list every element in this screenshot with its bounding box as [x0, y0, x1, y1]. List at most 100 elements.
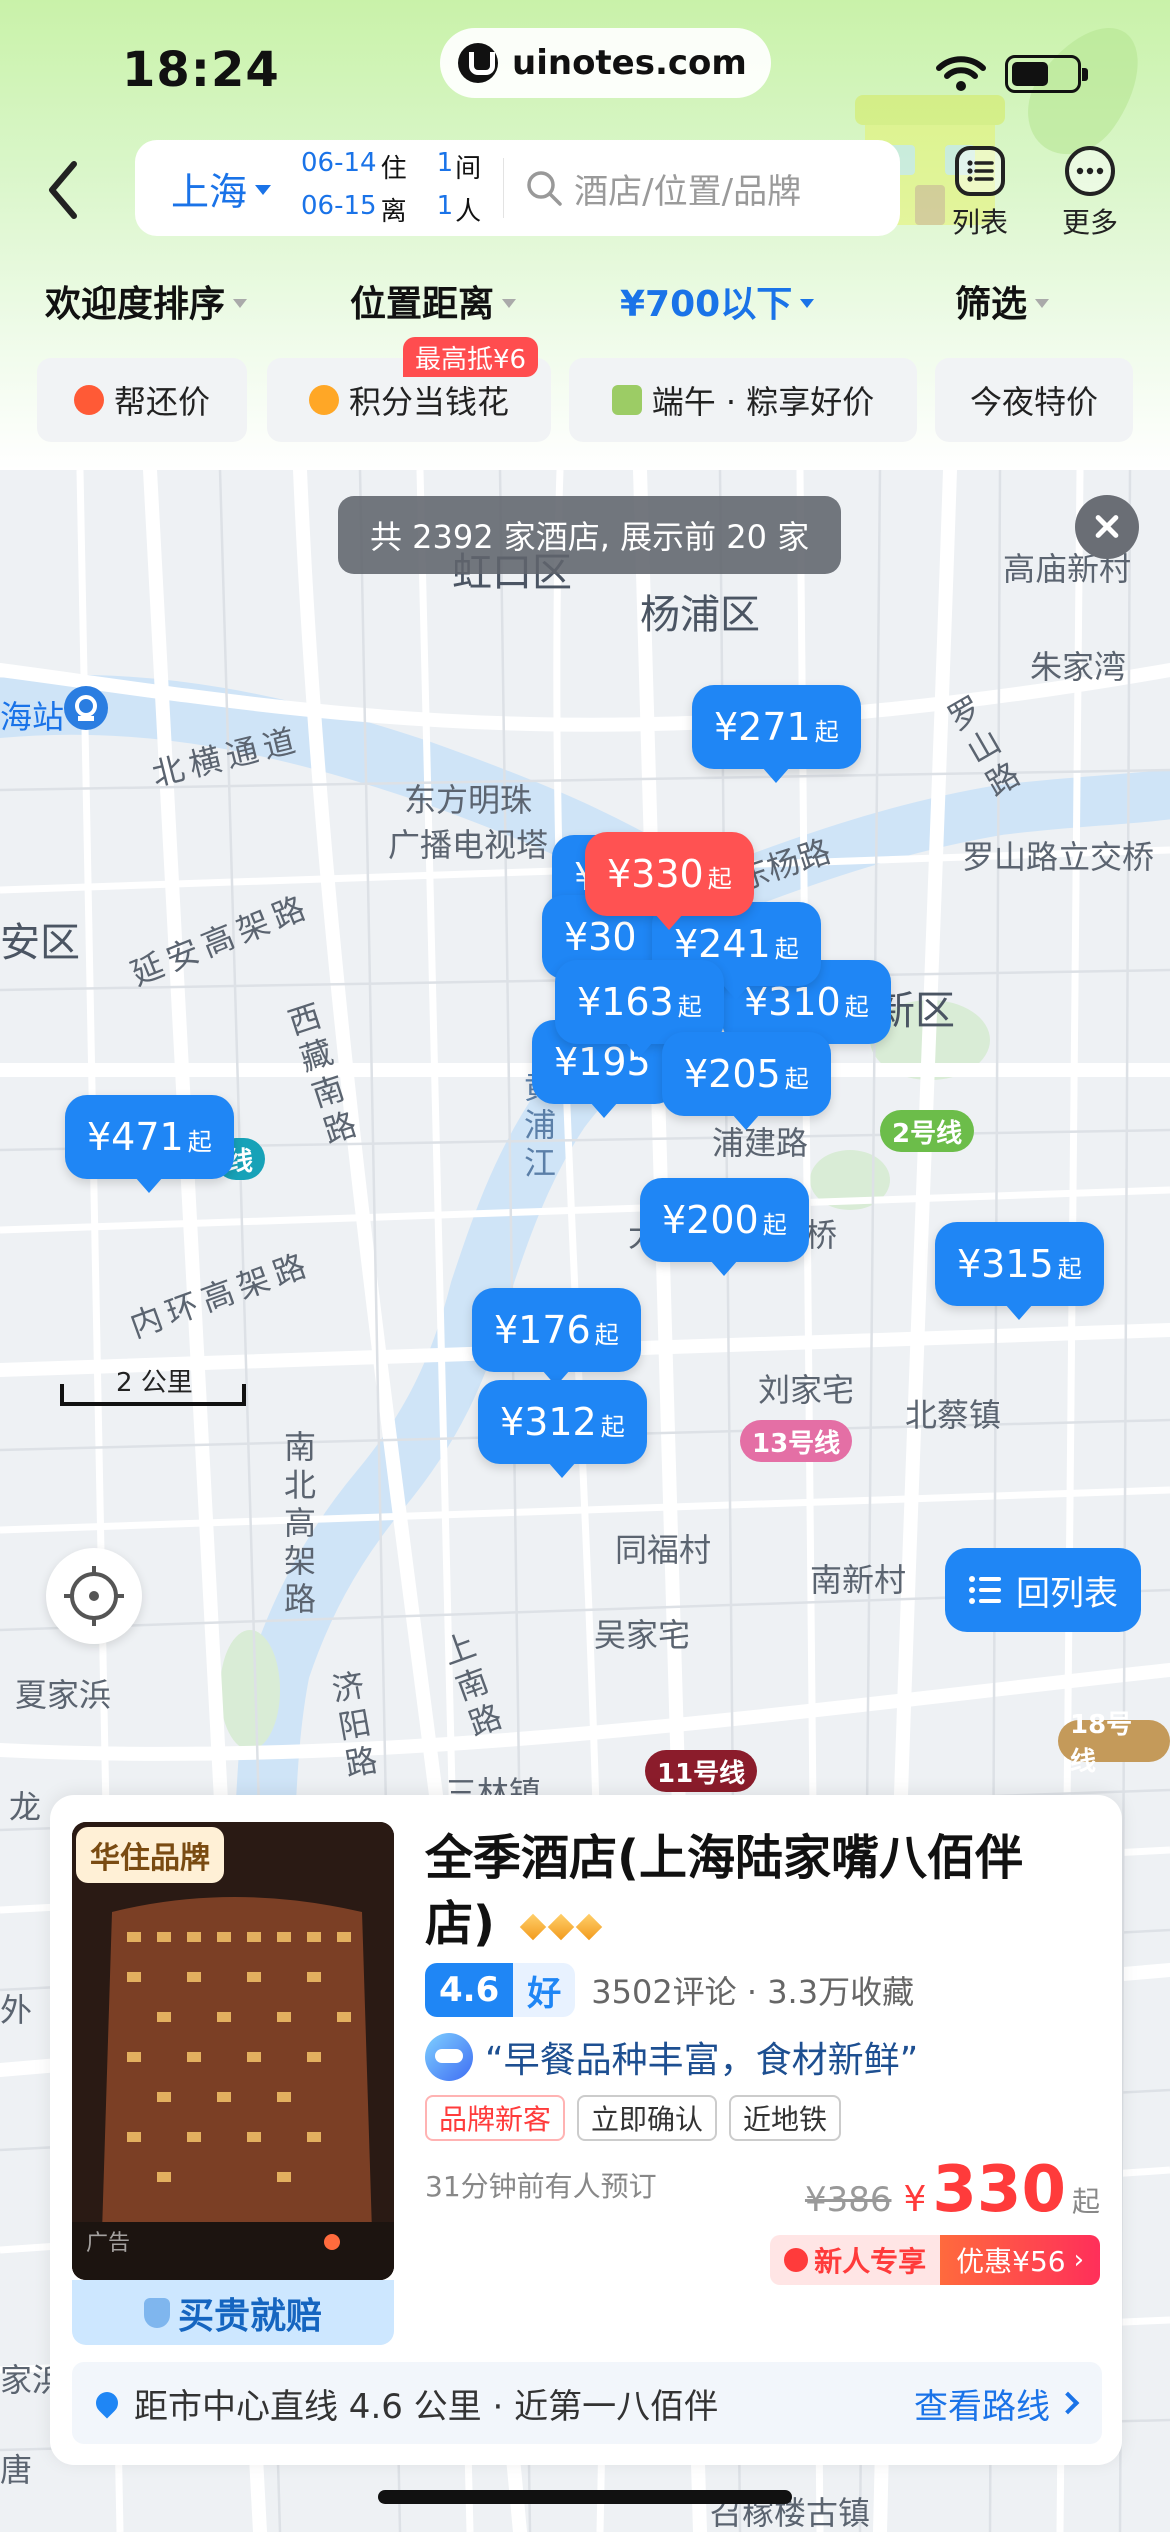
map-label: 刘家宅 [758, 1371, 855, 1409]
promo-badge[interactable]: 新人专享 优惠¥56 › [770, 2235, 1100, 2285]
price-pin-selected[interactable]: ¥330 起 [585, 832, 754, 930]
review-quote: “早餐品种丰富，食材新鲜” [425, 2031, 918, 2083]
price-pin[interactable]: ¥205 起 [662, 1032, 831, 1130]
back-arrow-icon[interactable] [40, 150, 90, 230]
filter-sort[interactable]: 欢迎度排序 [45, 275, 248, 327]
locate-icon[interactable] [46, 1548, 142, 1644]
close-icon[interactable] [1075, 495, 1139, 559]
price-pin[interactable]: ¥200 起 [640, 1178, 809, 1276]
pin-suffix: 起 [844, 993, 869, 1021]
guests-unit: 人 [455, 197, 482, 227]
map-label: 朱家湾 [1030, 648, 1127, 686]
more-button[interactable]: 更多 [1045, 145, 1135, 241]
diamond-icon [547, 1913, 574, 1941]
discount-icon [73, 385, 104, 415]
promo-right-label: 优惠¥56 [956, 2245, 1066, 2278]
header: 18:24 uinotes.com 上海 06-14 住 06-15 离 1间 1人 [0, 0, 1170, 470]
wifi-icon [936, 56, 986, 91]
hotel-card[interactable]: 华住品牌 广告 买贵就赔 全季酒店(上海陆家嘴八佰伴店) 4.6 好 3502评… [50, 1795, 1122, 2465]
route-label: 查看路线 [914, 2386, 1050, 2427]
filter-bar: 欢迎度排序 位置距离 ¥700以下 筛选 [0, 275, 1170, 335]
map-label: 桥 [805, 1216, 838, 1254]
brand-tag: 华住品牌 [76, 1827, 224, 1883]
map-label-station: 海站 [0, 698, 65, 736]
status-time: 18:24 [122, 42, 280, 98]
filter-location[interactable]: 位置距离 [350, 275, 517, 327]
tag: 立即确认 [577, 2095, 718, 2141]
chevron-down-icon [1035, 298, 1050, 308]
map-label: 同福村 [615, 1531, 712, 1569]
status-icons [935, 55, 1088, 93]
list-view-button[interactable]: 列表 [935, 145, 1025, 241]
metro-line-badge: 2号线 [880, 1110, 975, 1152]
pin-price: ¥271 [714, 705, 811, 749]
guests-count: 1 [436, 191, 454, 221]
back-to-list-label: 回列表 [1016, 1573, 1118, 1614]
city-selector[interactable]: 上海 [171, 161, 272, 216]
currency: ¥ [903, 2179, 927, 2220]
chip-label: 积分当钱花 [348, 383, 509, 421]
scale-bar [60, 1384, 246, 1406]
battery-level [1012, 62, 1048, 86]
search-input[interactable]: 酒店/位置/品牌 [574, 164, 801, 213]
points-icon [308, 385, 339, 415]
map-label-road: 南北高架路 [279, 1430, 317, 1620]
ai-assistant-icon [425, 2033, 473, 2081]
diamond-icon [575, 1913, 602, 1941]
list-icon [969, 1576, 1001, 1604]
hotel-name-block[interactable]: 全季酒店(上海陆家嘴八佰伴店) [425, 1825, 1075, 1957]
price-pin[interactable]: ¥315 起 [935, 1222, 1104, 1320]
price-pin[interactable]: ¥176 起 [472, 1288, 641, 1386]
view-route-button[interactable]: 查看路线 [914, 2379, 1080, 2428]
map-label: 唐 [0, 2451, 33, 2489]
hotel-photo [72, 1822, 394, 2280]
map-scale: 2 公里 [60, 1362, 246, 1412]
pin-suffix: 起 [774, 935, 799, 963]
tag: 近地铁 [729, 2095, 842, 2141]
chevron-down-icon [233, 298, 248, 308]
price-pin[interactable]: ¥271 起 [692, 685, 861, 783]
pin-suffix: 起 [1057, 1255, 1082, 1283]
home-indicator[interactable] [378, 2490, 792, 2504]
gift-icon [784, 2248, 809, 2272]
pin-price: ¥471 [87, 1115, 184, 1159]
chip-dragonboat[interactable]: 端午 · 粽享好价 [569, 358, 917, 442]
date-selector[interactable]: 06-14 住 06-15 离 [301, 148, 407, 228]
map-label-district: 杨浦区 [640, 592, 760, 638]
map-label: 夏家浜 [15, 1676, 112, 1714]
pin-suffix: 起 [784, 1065, 809, 1093]
map-label: 龙 [4, 1790, 42, 1828]
chevron-down-icon [502, 298, 517, 308]
chip-label: 今夜特价 [969, 383, 1098, 421]
price-guarantee[interactable]: 买贵就赔 [72, 2280, 394, 2345]
chip-label: 帮还价 [113, 383, 210, 421]
chip-bargain[interactable]: 帮还价 [37, 358, 247, 442]
filter-label: 筛选 [955, 284, 1028, 325]
rating-row: 4.6 好 3502评论 · 3.3万收藏 [425, 1963, 914, 2017]
filter-price[interactable]: ¥700以下 [620, 275, 815, 327]
price-pin[interactable]: ¥471 起 [65, 1095, 234, 1193]
url-pill[interactable]: uinotes.com [440, 28, 771, 98]
map-label: 东方明珠 [404, 781, 533, 819]
url-text: uinotes.com [512, 43, 747, 83]
room-guest-selector[interactable]: 1间 1人 [437, 148, 482, 228]
search-box[interactable]: 上海 06-14 住 06-15 离 1间 1人 酒店/位置/品牌 [135, 140, 900, 236]
pin-price: ¥163 [577, 980, 674, 1024]
list-label: 列表 [951, 206, 1008, 239]
score-word: 好 [513, 1963, 576, 2017]
distance-bar: 距市中心直线 4.6 公里 · 近第一八佰伴 查看路线 [72, 2362, 1102, 2444]
chevron-down-icon [800, 298, 815, 308]
rooms-unit: 间 [455, 154, 482, 184]
score-value: 4.6 [425, 1963, 514, 2017]
score-badge: 4.6 好 [425, 1963, 576, 2017]
filter-more[interactable]: 筛选 [955, 275, 1050, 327]
hotel-image[interactable] [72, 1822, 394, 2280]
diamond-rating [519, 1913, 602, 1941]
chip-tonight[interactable]: 今夜特价 [935, 358, 1133, 442]
map-label: 广播电视塔 [388, 826, 549, 864]
pin-price: ¥205 [684, 1052, 781, 1096]
list-icon [955, 146, 1005, 196]
back-to-list-button[interactable]: 回列表 [945, 1548, 1141, 1632]
ad-tag: 广告 [86, 2231, 131, 2256]
price-pin[interactable]: ¥312 起 [478, 1380, 647, 1478]
